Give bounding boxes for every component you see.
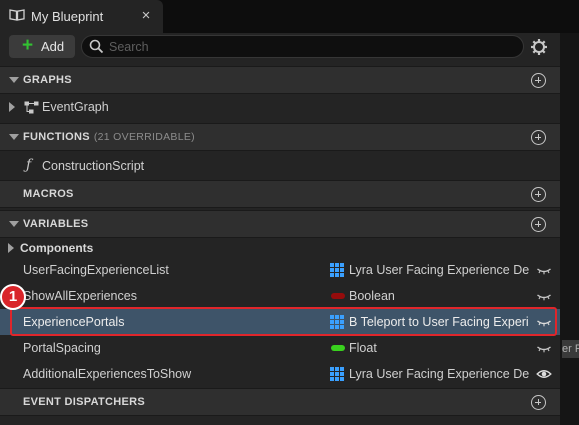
float-type-icon — [331, 345, 345, 351]
category-label: Components — [20, 241, 94, 255]
variable-row[interactable]: UserFacingExperienceList Lyra User Facin… — [0, 257, 560, 283]
add-variable-icon[interactable] — [531, 217, 546, 232]
search-input[interactable] — [109, 37, 509, 56]
collapse-arrow-icon[interactable] — [9, 221, 19, 227]
eye-closed-icon[interactable] — [536, 288, 552, 304]
collapse-arrow-icon[interactable] — [9, 77, 19, 83]
section-event-dispatchers[interactable]: EVENT DISPATCHERS — [0, 388, 560, 416]
annotation-badge: 1 — [0, 284, 26, 310]
section-title-text: FUNCTIONS — [23, 131, 90, 143]
tab-my-blueprint[interactable]: My Blueprint × — [0, 0, 163, 33]
variable-name: UserFacingExperienceList — [23, 263, 169, 277]
variable-row[interactable]: AdditionalExperiencesToShow Lyra User Fa… — [0, 361, 560, 387]
add-button[interactable]: + Add — [9, 35, 75, 58]
boolean-type-icon — [331, 293, 345, 299]
event-graph-icon — [24, 101, 39, 114]
function-label: ConstructionScript — [42, 159, 145, 173]
section-title: EVENT DISPATCHERS — [23, 396, 146, 408]
graph-label: EventGraph — [42, 100, 109, 114]
section-macros[interactable]: MACROS — [0, 180, 560, 208]
section-title: VARIABLES — [23, 218, 89, 230]
variable-type: Lyra User Facing Experience Definition — [349, 367, 529, 381]
search-box[interactable] — [81, 35, 524, 58]
add-macro-icon[interactable] — [531, 187, 546, 202]
annotation-highlight-box — [10, 307, 557, 336]
variable-name: PortalSpacing — [23, 341, 101, 355]
right-panel-edge — [560, 33, 579, 425]
list-item-constructionscript[interactable]: ƒ ConstructionScript — [0, 153, 560, 179]
tab-title: My Blueprint — [31, 9, 104, 24]
plus-icon: + — [22, 35, 34, 56]
expand-arrow-icon[interactable] — [9, 102, 15, 112]
background-peek-text: er F — [562, 340, 579, 358]
object-array-type-icon — [330, 263, 344, 277]
section-title: FUNCTIONS (21 OVERRIDABLE) — [23, 131, 195, 143]
object-array-type-icon — [330, 367, 344, 381]
section-functions[interactable]: FUNCTIONS (21 OVERRIDABLE) — [0, 123, 560, 151]
eye-open-icon[interactable] — [536, 366, 552, 382]
variable-type: Lyra User Facing Experience Definition — [349, 263, 529, 277]
section-title: MACROS — [23, 188, 74, 200]
book-icon — [9, 9, 25, 21]
section-title: GRAPHS — [23, 74, 72, 86]
list-item-eventgraph[interactable]: EventGraph — [0, 94, 560, 120]
add-event-dispatcher-icon[interactable] — [531, 395, 546, 410]
function-icon: ƒ — [26, 157, 32, 173]
variable-row[interactable]: ShowAllExperiences Boolean — [0, 283, 560, 309]
add-button-label: Add — [41, 39, 65, 54]
variable-type: Boolean — [349, 289, 395, 303]
close-icon[interactable]: × — [137, 6, 155, 26]
section-variables[interactable]: VARIABLES — [0, 210, 560, 238]
overridable-count: (21 OVERRIDABLE) — [93, 131, 195, 143]
tab-bar: My Blueprint × — [0, 0, 579, 33]
collapse-arrow-icon[interactable] — [9, 134, 19, 140]
section-graphs[interactable]: GRAPHS — [0, 66, 560, 94]
expand-arrow-icon[interactable] — [8, 243, 14, 253]
eye-closed-icon[interactable] — [536, 340, 552, 356]
eye-closed-icon[interactable] — [536, 262, 552, 278]
variable-name: AdditionalExperiencesToShow — [23, 367, 192, 381]
variable-type: Float — [349, 341, 377, 355]
add-graph-icon[interactable] — [531, 73, 546, 88]
gear-icon[interactable] — [530, 38, 548, 56]
search-icon — [89, 39, 104, 54]
add-function-icon[interactable] — [531, 130, 546, 145]
variable-row[interactable]: PortalSpacing Float — [0, 335, 560, 361]
variable-name: ShowAllExperiences — [23, 289, 137, 303]
